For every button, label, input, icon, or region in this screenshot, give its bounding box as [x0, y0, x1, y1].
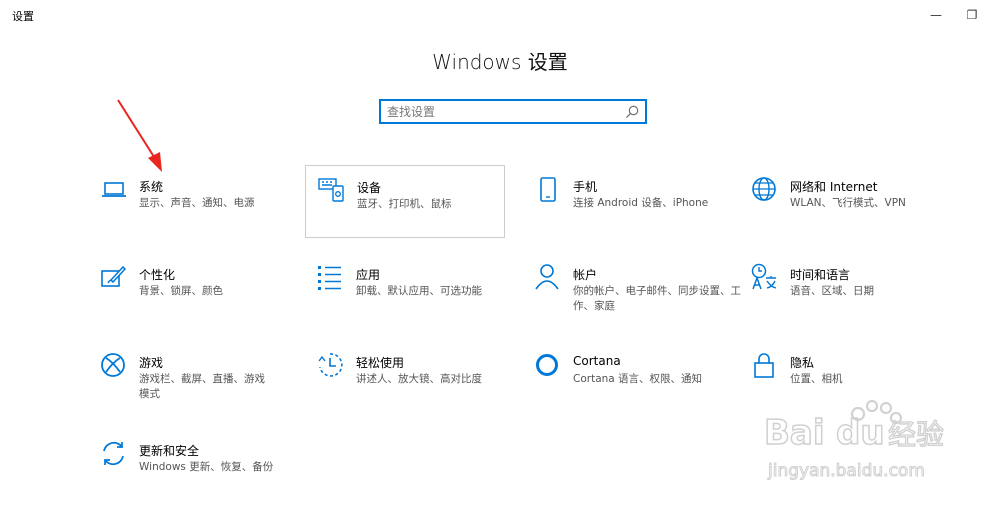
- minimize-icon: —: [930, 8, 942, 22]
- tile-title: 系统: [139, 180, 164, 194]
- tile-title: 时间和语言: [790, 268, 851, 282]
- tile-desc: 语音、区域、日期: [790, 285, 874, 297]
- tile-desc: 讲述人、放大镜、高对比度: [356, 373, 482, 385]
- minimize-button[interactable]: —: [916, 0, 956, 30]
- tile-title: 设备: [357, 181, 382, 195]
- update-icon: [99, 438, 129, 468]
- tile-desc: 卸载、默认应用、可选功能: [356, 285, 482, 297]
- lock-icon: [750, 350, 780, 380]
- tile-cortana[interactable]: Cortana Cortana 语言、权限、通知: [533, 350, 733, 424]
- tile-devices[interactable]: 设备 蓝牙、打印机、鼠标: [305, 165, 505, 238]
- tile-system[interactable]: 系统 显示、声音、通知、电源: [99, 174, 299, 248]
- tile-accounts[interactable]: 帐户 你的帐户、电子邮件、同步设置、工作、家庭: [533, 262, 741, 336]
- tile-title: 更新和安全: [139, 444, 200, 458]
- tile-title: Cortana: [573, 354, 621, 368]
- tile-desc: 蓝牙、打印机、鼠标: [357, 198, 452, 210]
- title-bar: 设置 — ❐: [0, 0, 1000, 30]
- tile-ease-of-access[interactable]: 轻松使用 讲述人、放大镜、高对比度: [316, 350, 516, 424]
- tile-title: 个性化: [139, 268, 176, 282]
- paint-icon: [99, 262, 129, 292]
- tile-desc: 背景、锁屏、颜色: [139, 285, 223, 297]
- tile-desc: Windows 更新、恢复、备份: [139, 461, 274, 473]
- apps-list-icon: [316, 262, 346, 292]
- tile-desc: WLAN、飞行模式、VPN: [790, 197, 906, 209]
- tile-desc: 位置、相机: [790, 373, 843, 385]
- tile-update-security[interactable]: 更新和安全 Windows 更新、恢复、备份: [99, 438, 299, 512]
- phone-icon: [533, 174, 563, 204]
- person-icon: [533, 262, 563, 292]
- time-language-icon: [750, 262, 780, 292]
- tile-title: 轻松使用: [356, 356, 405, 370]
- search-icon[interactable]: [624, 104, 640, 120]
- svg-text:jingyan.baidu.com: jingyan.baidu.com: [767, 461, 925, 481]
- tile-time-language[interactable]: 时间和语言 语音、区域、日期: [750, 262, 950, 336]
- maximize-icon: ❐: [966, 8, 978, 22]
- tile-desc: 显示、声音、通知、电源: [139, 197, 255, 209]
- keyboard-icon: [317, 174, 347, 204]
- page-title: Windows 设置: [432, 50, 568, 74]
- search-input[interactable]: [387, 103, 617, 121]
- window-title: 设置: [12, 10, 34, 23]
- tile-title: 游戏: [139, 356, 164, 370]
- tile-gaming[interactable]: 游戏 游戏栏、截屏、直播、游戏模式: [99, 350, 299, 424]
- tile-apps[interactable]: 应用 卸载、默认应用、可选功能: [316, 262, 516, 336]
- tile-personalization[interactable]: 个性化 背景、锁屏、颜色: [99, 262, 299, 336]
- cortana-icon: [533, 350, 563, 380]
- laptop-icon: [99, 174, 129, 204]
- tile-title: 隐私: [790, 356, 815, 370]
- tile-network[interactable]: 网络和 Internet WLAN、飞行模式、VPN: [750, 174, 950, 248]
- tile-title: 手机: [573, 180, 598, 194]
- tile-title: 应用: [356, 268, 381, 282]
- annotation-arrow: [117, 99, 162, 172]
- tile-desc: 游戏栏、截屏、直播、游戏模式: [139, 373, 265, 400]
- maximize-button[interactable]: ❐: [952, 0, 992, 30]
- tile-desc: Cortana 语言、权限、通知: [573, 373, 703, 385]
- globe-icon: [750, 174, 780, 204]
- tile-title: 网络和 Internet: [790, 180, 878, 194]
- tile-desc: 你的帐户、电子邮件、同步设置、工作、家庭: [573, 285, 741, 312]
- search-box[interactable]: [379, 99, 647, 124]
- tile-privacy[interactable]: 隐私 位置、相机: [750, 350, 950, 424]
- tile-phone[interactable]: 手机 连接 Android 设备、iPhone: [533, 174, 733, 248]
- tile-desc: 连接 Android 设备、iPhone: [573, 197, 709, 209]
- ease-of-access-icon: [316, 350, 346, 380]
- xbox-icon: [99, 350, 129, 380]
- tile-title: 帐户: [573, 268, 598, 282]
